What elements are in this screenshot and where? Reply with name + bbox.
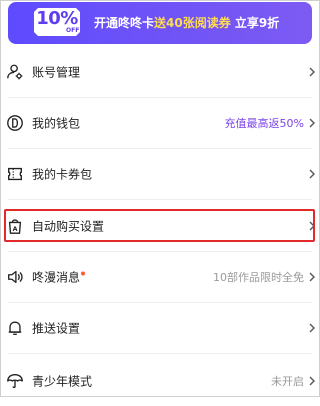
banner-text-prefix: 开通咚咚卡 <box>94 16 155 30</box>
discount-badge-icon: 10% OFF <box>32 6 82 38</box>
menu-item-label: 推送设置 <box>32 321 81 335</box>
bell-icon <box>8 320 22 335</box>
chevron-right-icon <box>309 67 315 76</box>
teen-mode-status: 未开启 <box>271 374 304 388</box>
chevron-right-icon <box>309 169 315 178</box>
chevron-right-icon <box>309 272 315 281</box>
notification-dot <box>81 271 86 275</box>
discount-badge-text: 10% <box>36 8 78 29</box>
menu-item-label: 我的卡券包 <box>32 167 93 181</box>
banner-text: 开通咚咚卡送40张阅读券 立享9折 <box>94 14 279 31</box>
menu-item-push-settings[interactable]: 推送设置 <box>0 302 320 353</box>
menu-item-account[interactable]: 账号管理 <box>0 46 320 97</box>
banner-text-highlight: 送40张阅读券 <box>154 16 231 30</box>
menu-item-messages[interactable]: 咚漫消息 10部作品限时全免 <box>0 251 320 302</box>
menu-item-label: 青少年模式 <box>32 374 93 388</box>
umbrella-icon <box>7 373 23 388</box>
menu-item-coupons[interactable]: 我的卡券包 <box>0 148 320 199</box>
menu-item-label: 咚漫消息 <box>32 268 86 285</box>
menu-item-label: 账号管理 <box>32 65 81 79</box>
user-settings-icon <box>7 64 23 79</box>
chevron-right-icon <box>309 376 315 385</box>
coin-icon <box>7 114 23 131</box>
menu-item-wallet[interactable]: 我的钱包 充值最高返50% <box>0 97 320 148</box>
discount-badge-subtext: OFF <box>66 27 80 34</box>
divider <box>8 353 312 354</box>
selection-highlight <box>4 209 315 242</box>
messages-promo-text: 10部作品限时全免 <box>213 270 304 284</box>
menu-item-teen-mode[interactable]: 青少年模式 未开启 <box>0 355 320 406</box>
menu-item-label: 我的钱包 <box>32 116 81 130</box>
messages-label-text: 咚漫消息 <box>32 270 81 284</box>
chevron-right-icon <box>309 323 315 332</box>
ticket-icon <box>8 167 22 180</box>
chevron-right-icon <box>309 118 315 127</box>
wallet-promo-text: 充值最高返50% <box>224 116 304 130</box>
banner-text-suffix: 立享9折 <box>230 16 280 30</box>
membership-banner[interactable]: 10% OFF 开通咚咚卡送40张阅读券 立享9折 <box>8 2 312 44</box>
speaker-icon <box>8 270 23 283</box>
